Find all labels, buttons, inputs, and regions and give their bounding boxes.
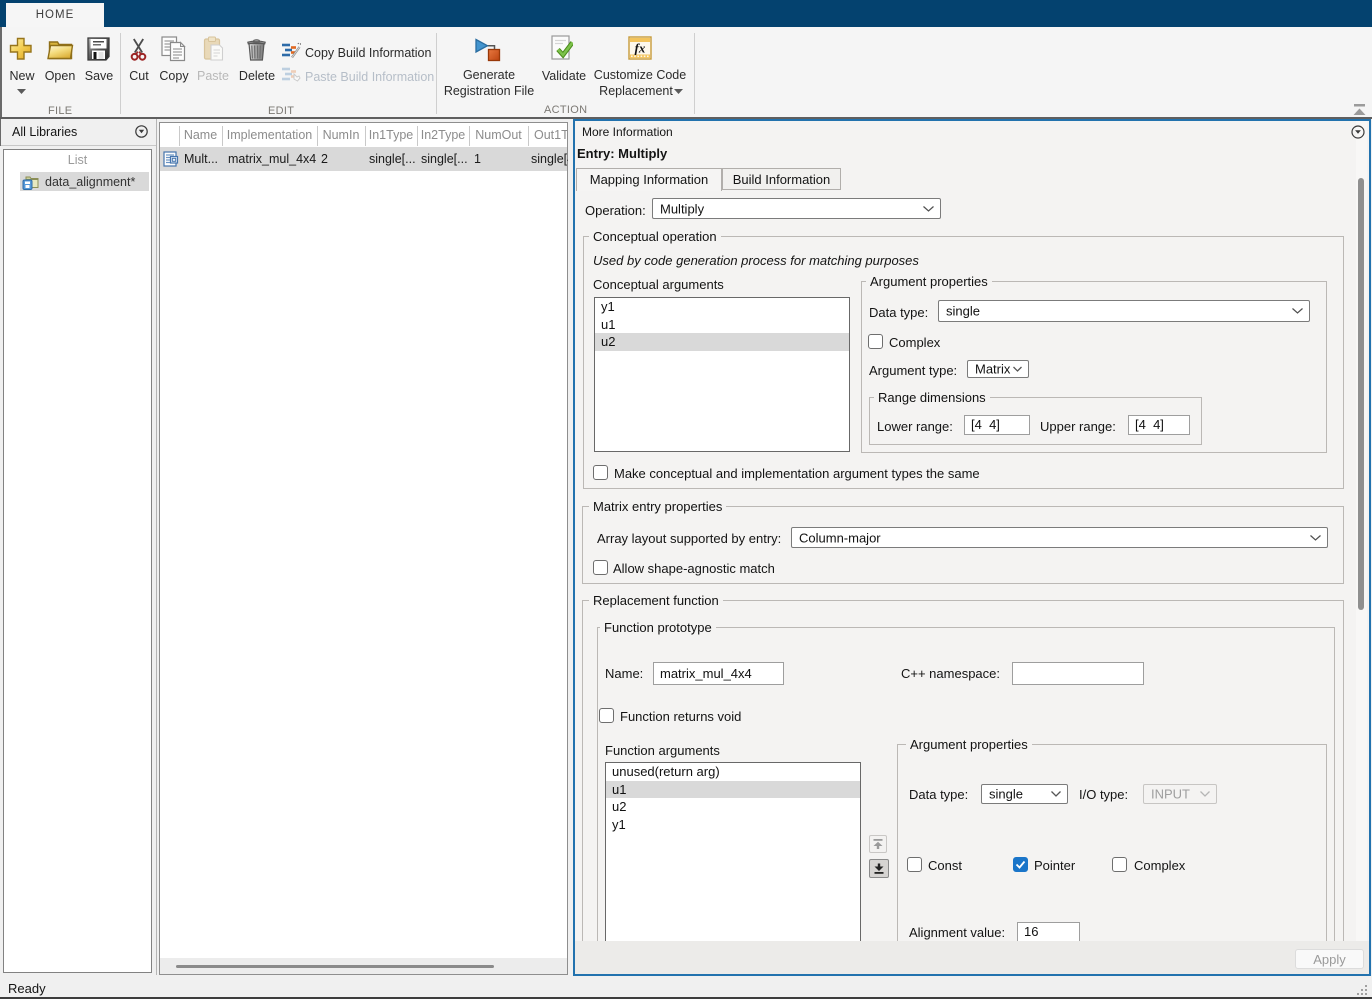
svg-text:fx: fx — [635, 41, 646, 56]
